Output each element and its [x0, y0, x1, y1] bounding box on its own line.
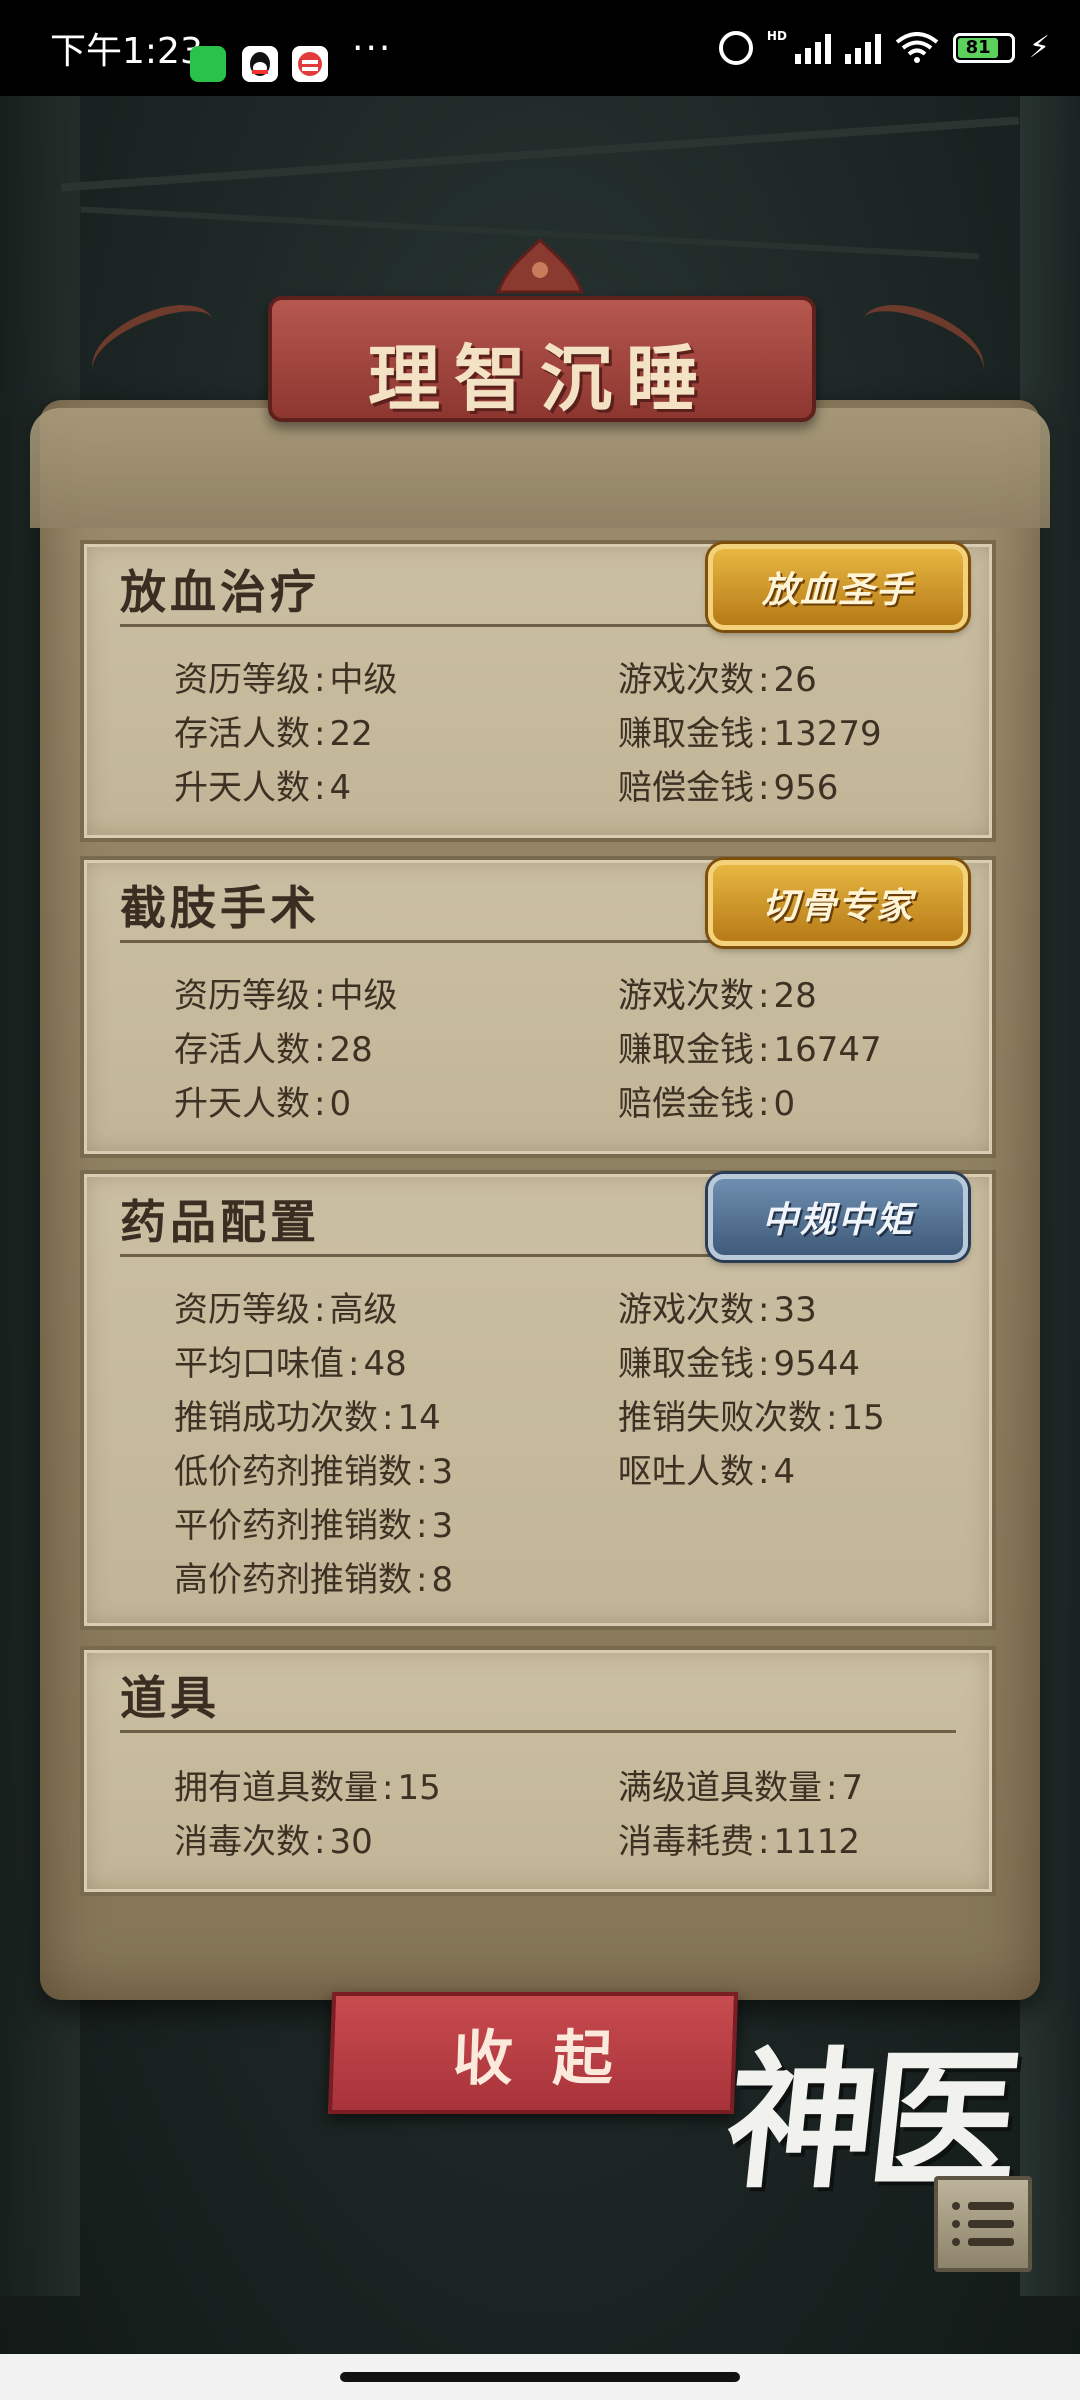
collapse-button[interactable]: 收起	[327, 1992, 739, 2114]
battery-icon: 81	[952, 32, 1015, 63]
stat-item: 存活人数:22	[174, 714, 373, 754]
signal-icon-2	[844, 32, 881, 64]
stat-item: 资历等级: 高级	[174, 1290, 398, 1330]
wifi-icon	[895, 31, 939, 64]
stat-item: 资历等级: 中级	[174, 976, 398, 1016]
stat-item: 资历等级: 中级	[174, 660, 398, 700]
achievement-badge: 切骨专家	[708, 860, 968, 946]
hd-label: HD	[766, 28, 787, 43]
card-title: 药品配置	[120, 1195, 320, 1249]
alarm-icon	[718, 30, 753, 65]
card-title: 截肢手术	[120, 881, 320, 935]
divider	[120, 1730, 956, 1733]
stat-item: 赔偿金钱:0	[618, 1084, 796, 1124]
stat-item: 游戏次数:33	[618, 1290, 817, 1330]
background-beam	[60, 116, 1020, 192]
qq-icon	[242, 46, 278, 82]
status-bar: 下午1:23 ··· HD 81 ⚡	[0, 0, 1080, 96]
stat-item: 消毒耗费:1112	[618, 1822, 860, 1862]
status-icons: HD 81 ⚡	[718, 28, 1050, 65]
stat-item: 满级道具数量:7	[618, 1768, 864, 1808]
app-notification-icon	[292, 46, 328, 82]
stat-item: 推销成功次数:14	[174, 1398, 441, 1438]
stat-item: 低价药剂推销数:3	[174, 1452, 454, 1492]
stat-item: 存活人数:28	[174, 1030, 373, 1070]
branch-right-ornament	[850, 293, 996, 399]
branch-left-ornament	[80, 293, 226, 399]
home-indicator[interactable]	[340, 2372, 740, 2382]
achievement-badge: 中规中矩	[708, 1174, 968, 1260]
menu-list-button[interactable]	[934, 2176, 1032, 2272]
stats-card-items: 道具 拥有道具数量:15 消毒次数:30 满级道具数量:7 消毒耗费:1112	[80, 1646, 996, 1896]
stat-item: 升天人数:0	[174, 1084, 352, 1124]
brand-logo: 神医	[718, 2033, 1021, 2209]
status-time: 下午1:23	[50, 31, 203, 72]
charging-icon: ⚡	[1028, 30, 1050, 65]
stat-item: 赚取金钱:13279	[618, 714, 882, 754]
stat-item: 游戏次数:26	[618, 660, 817, 700]
battery-level: 81	[957, 37, 999, 58]
wechat-icon	[190, 46, 226, 82]
stat-item: 推销失败次数:15	[618, 1398, 885, 1438]
more-notifications-icon: ···	[352, 28, 393, 69]
card-title: 道具	[120, 1671, 220, 1725]
panel-scroll-top	[30, 408, 1050, 528]
stat-item: 高价药剂推销数:8	[174, 1560, 454, 1600]
title-banner: 理智沉睡	[80, 232, 996, 422]
achievement-badge: 放血圣手	[708, 544, 968, 630]
menu-list-icon-row	[952, 2220, 1014, 2228]
stats-card-amputation: 截肢手术 切骨专家 资历等级: 中级 存活人数:28 升天人数:0 游戏次数:28…	[80, 856, 996, 1158]
stat-item: 消毒次数:30	[174, 1822, 373, 1862]
card-title: 放血治疗	[120, 565, 320, 619]
stat-item: 平均口味值:48	[174, 1344, 407, 1384]
stat-item: 升天人数:4	[174, 768, 352, 808]
stat-item: 赔偿金钱:956	[618, 768, 839, 808]
stat-item: 赚取金钱:9544	[618, 1344, 860, 1384]
signal-icon	[794, 32, 831, 64]
page-title: 理智沉睡	[367, 336, 712, 421]
stat-item: 游戏次数:28	[618, 976, 817, 1016]
stats-card-medicine: 药品配置 中规中矩 资历等级: 高级 平均口味值:48 推销成功次数:14 低价药…	[80, 1170, 996, 1630]
stat-item: 平价药剂推销数:3	[174, 1506, 454, 1546]
stats-card-bloodletting: 放血治疗 放血圣手 资历等级: 中级 存活人数:22 升天人数:4 游戏次数:26…	[80, 540, 996, 842]
stat-item: 呕吐人数:4	[618, 1452, 796, 1492]
stat-item: 拥有道具数量:15	[174, 1768, 441, 1808]
stat-item: 赚取金钱:16747	[618, 1030, 882, 1070]
menu-list-icon	[952, 2202, 1014, 2210]
menu-list-icon-row	[952, 2238, 1014, 2246]
